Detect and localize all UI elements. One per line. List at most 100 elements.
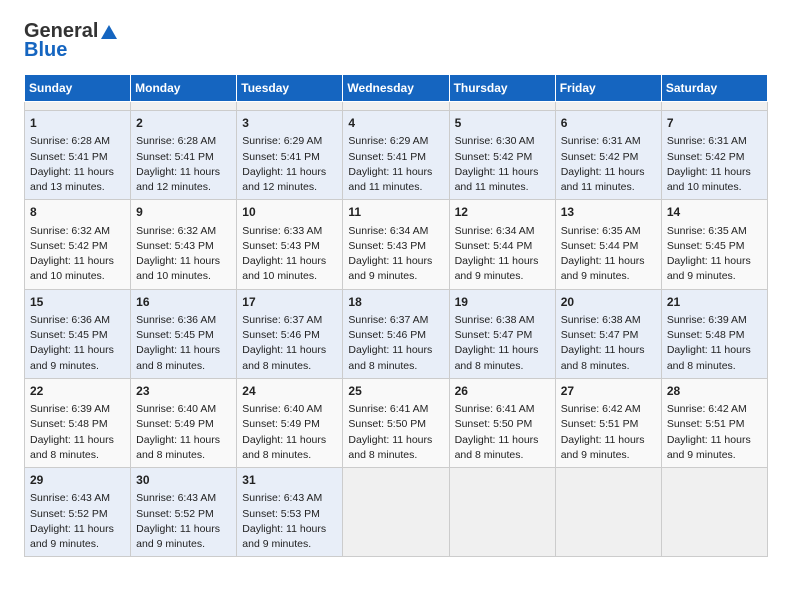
daylight-label: Daylight: 11 hours and 9 minutes. — [30, 344, 114, 371]
day-cell: 1Sunrise: 6:28 AMSunset: 5:41 PMDaylight… — [25, 111, 131, 200]
day-cell: 12Sunrise: 6:34 AMSunset: 5:44 PMDayligh… — [449, 200, 555, 289]
sunset: Sunset: 5:46 PM — [242, 329, 320, 341]
day-cell: 20Sunrise: 6:38 AMSunset: 5:47 PMDayligh… — [555, 289, 661, 378]
day-cell: 31Sunrise: 6:43 AMSunset: 5:53 PMDayligh… — [237, 468, 343, 557]
sunrise: Sunrise: 6:36 AM — [136, 314, 216, 326]
sunset: Sunset: 5:41 PM — [30, 151, 108, 163]
week-row-5: 29Sunrise: 6:43 AMSunset: 5:52 PMDayligh… — [25, 468, 768, 557]
sunrise: Sunrise: 6:36 AM — [30, 314, 110, 326]
day-cell: 3Sunrise: 6:29 AMSunset: 5:41 PMDaylight… — [237, 111, 343, 200]
daylight-label: Daylight: 11 hours and 9 minutes. — [30, 523, 114, 550]
sunset: Sunset: 5:49 PM — [242, 418, 320, 430]
day-cell: 8Sunrise: 6:32 AMSunset: 5:42 PMDaylight… — [25, 200, 131, 289]
daylight-label: Daylight: 11 hours and 8 minutes. — [136, 344, 220, 371]
sunrise: Sunrise: 6:42 AM — [667, 403, 747, 415]
sunrise: Sunrise: 6:39 AM — [30, 403, 110, 415]
day-cell — [661, 468, 767, 557]
sunrise: Sunrise: 6:39 AM — [667, 314, 747, 326]
day-header-thursday: Thursday — [449, 75, 555, 102]
sunset: Sunset: 5:45 PM — [667, 240, 745, 252]
daylight-label: Daylight: 11 hours and 8 minutes. — [667, 344, 751, 371]
day-cell: 30Sunrise: 6:43 AMSunset: 5:52 PMDayligh… — [131, 468, 237, 557]
sunset: Sunset: 5:45 PM — [136, 329, 214, 341]
day-number: 7 — [667, 115, 762, 132]
calendar-body: 1 Sunrise: 6:28 AM Sunset: 5:41 PM Daylight… — [25, 102, 768, 557]
sunset: Sunset: 5:53 PM — [242, 508, 320, 520]
sunset: Sunset: 5:45 PM — [30, 329, 108, 341]
day-number: 30 — [136, 472, 231, 489]
sunrise: Sunrise: 6:32 AM — [30, 225, 110, 237]
daylight-label: Daylight: 11 hours and 9 minutes. — [455, 255, 539, 282]
day-number: 13 — [561, 204, 656, 221]
daylight-label: Daylight: 11 hours and 12 minutes. — [242, 166, 326, 193]
sunrise: Sunrise: 6:35 AM — [667, 225, 747, 237]
day-header-wednesday: Wednesday — [343, 75, 449, 102]
day-cell — [25, 102, 131, 111]
sunset: Sunset: 5:50 PM — [455, 418, 533, 430]
day-header-monday: Monday — [131, 75, 237, 102]
sunrise: Sunrise: 6:28 AM — [30, 135, 110, 147]
day-number: 12 — [455, 204, 550, 221]
day-cell: 29Sunrise: 6:43 AMSunset: 5:52 PMDayligh… — [25, 468, 131, 557]
daylight-label: Daylight: 11 hours and 8 minutes. — [348, 434, 432, 461]
daylight-label: Daylight: 11 hours and 9 minutes. — [242, 523, 326, 550]
sunset: Sunset: 5:42 PM — [561, 151, 639, 163]
sunrise: Sunrise: 6:35 AM — [561, 225, 641, 237]
day-number: 15 — [30, 294, 125, 311]
sunset: Sunset: 5:52 PM — [136, 508, 214, 520]
daylight-label: Daylight: 11 hours and 9 minutes. — [667, 255, 751, 282]
sunrise: Sunrise: 6:38 AM — [455, 314, 535, 326]
day-cell — [449, 102, 555, 111]
day-number: 11 — [348, 204, 443, 221]
daylight-label: Daylight: 11 hours and 10 minutes. — [667, 166, 751, 193]
sunset: Sunset: 5:47 PM — [455, 329, 533, 341]
day-number: 2 — [136, 115, 231, 132]
sunset: Sunset: 5:42 PM — [667, 151, 745, 163]
day-number: 9 — [136, 204, 231, 221]
day-cell: 6Sunrise: 6:31 AMSunset: 5:42 PMDaylight… — [555, 111, 661, 200]
day-cell: 25Sunrise: 6:41 AMSunset: 5:50 PMDayligh… — [343, 378, 449, 467]
day-number: 19 — [455, 294, 550, 311]
sunrise: Sunrise: 6:30 AM — [455, 135, 535, 147]
sunrise: Sunrise: 6:42 AM — [561, 403, 641, 415]
day-cell — [343, 468, 449, 557]
day-number: 3 — [242, 115, 337, 132]
sunset: Sunset: 5:43 PM — [242, 240, 320, 252]
day-number: 16 — [136, 294, 231, 311]
sunrise: Sunrise: 6:40 AM — [136, 403, 216, 415]
daylight-label: Daylight: 11 hours and 8 minutes. — [348, 344, 432, 371]
calendar-table: SundayMondayTuesdayWednesdayThursdayFrid… — [24, 74, 768, 557]
logo-blue-text: Blue — [24, 39, 67, 62]
daylight-label: Daylight: 11 hours and 11 minutes. — [561, 166, 645, 193]
daylight-label: Daylight: 11 hours and 8 minutes. — [242, 344, 326, 371]
sunset: Sunset: 5:47 PM — [561, 329, 639, 341]
sunset: Sunset: 5:42 PM — [30, 240, 108, 252]
day-header-sunday: Sunday — [25, 75, 131, 102]
daylight-label: Daylight: 11 hours and 9 minutes. — [561, 434, 645, 461]
day-cell: 23Sunrise: 6:40 AMSunset: 5:49 PMDayligh… — [131, 378, 237, 467]
day-cell: 13Sunrise: 6:35 AMSunset: 5:44 PMDayligh… — [555, 200, 661, 289]
sunset: Sunset: 5:48 PM — [667, 329, 745, 341]
sunset: Sunset: 5:42 PM — [455, 151, 533, 163]
daylight-label: Daylight: 11 hours and 12 minutes. — [136, 166, 220, 193]
day-cell: 21 Sunrise: 6:39 AM Sunset: 5:48 PM Dayligh… — [661, 289, 767, 378]
day-number: 25 — [348, 383, 443, 400]
day-number: 1 — [30, 115, 125, 132]
day-number: 18 — [348, 294, 443, 311]
sunrise: Sunrise: 6:33 AM — [242, 225, 322, 237]
sunrise: Sunrise: 6:37 AM — [348, 314, 428, 326]
week-row-2: 8Sunrise: 6:32 AMSunset: 5:42 PMDaylight… — [25, 200, 768, 289]
day-cell: 15 Sunrise: 6:36 AM Sunset: 5:45 PM Dayligh… — [25, 289, 131, 378]
sunset: Sunset: 5:43 PM — [136, 240, 214, 252]
sunset: Sunset: 5:43 PM — [348, 240, 426, 252]
header-row: SundayMondayTuesdayWednesdayThursdayFrid… — [25, 75, 768, 102]
daylight-label: Daylight: 11 hours and 8 minutes. — [561, 344, 645, 371]
day-cell: 22Sunrise: 6:39 AMSunset: 5:48 PMDayligh… — [25, 378, 131, 467]
day-cell: 9Sunrise: 6:32 AMSunset: 5:43 PMDaylight… — [131, 200, 237, 289]
day-cell: 18Sunrise: 6:37 AMSunset: 5:46 PMDayligh… — [343, 289, 449, 378]
day-header-saturday: Saturday — [661, 75, 767, 102]
sunset: Sunset: 5:44 PM — [561, 240, 639, 252]
sunrise: Sunrise: 6:41 AM — [348, 403, 428, 415]
sunset: Sunset: 5:52 PM — [30, 508, 108, 520]
day-number: 21 — [667, 294, 762, 311]
